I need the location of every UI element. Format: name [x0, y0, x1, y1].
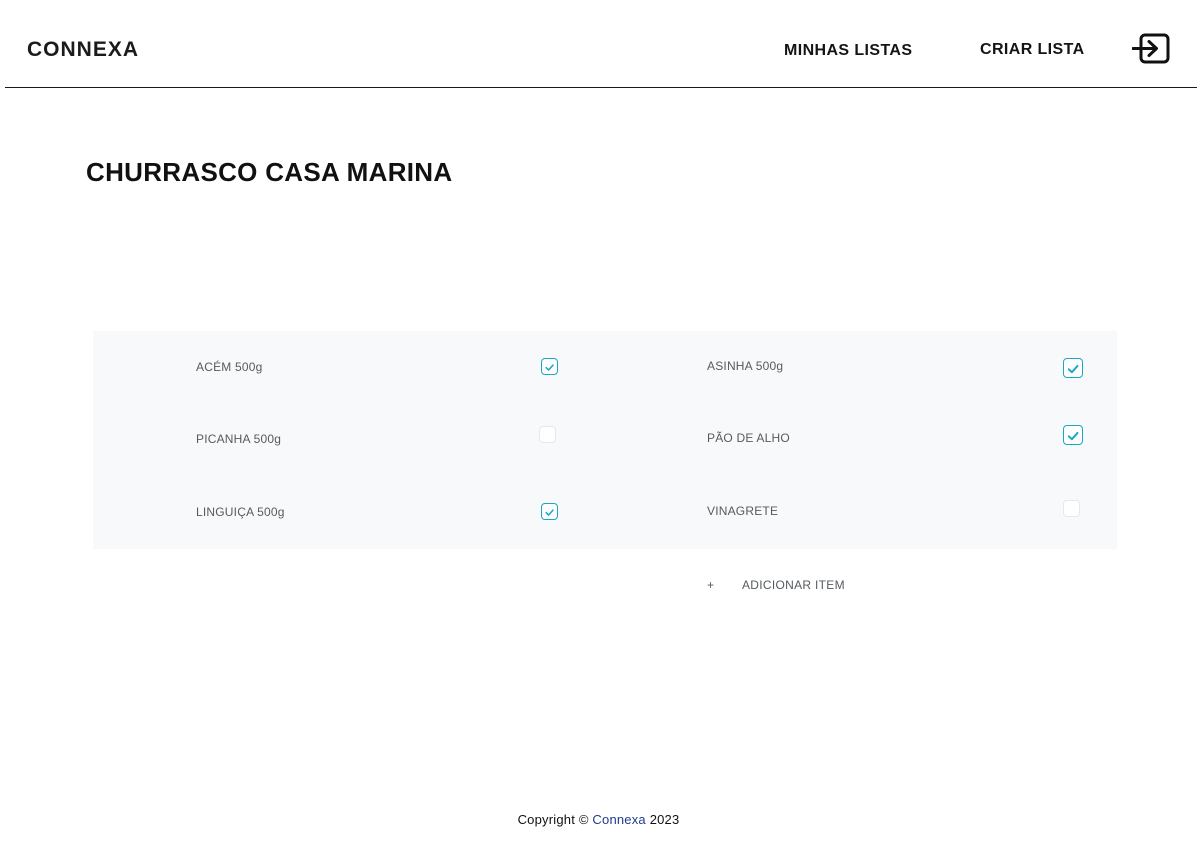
list-title: CHURRASCO CASA MARINA [86, 157, 453, 187]
item-label: PÃO DE ALHO [707, 431, 790, 445]
list-item: ASINHA 500g [707, 352, 1087, 382]
connexa-logo[interactable]: CONNEXA [27, 38, 139, 62]
item-label: PICANHA 500g [196, 432, 282, 446]
item-checkbox[interactable] [1063, 425, 1083, 445]
check-icon [1067, 364, 1079, 374]
item-label: VINAGRETE [707, 504, 779, 518]
nav-create-list[interactable]: CRIAR LISTA [980, 40, 1085, 60]
item-label: ASINHA 500g [707, 359, 784, 373]
copyright-text: Copyright © [517, 812, 589, 827]
plus-icon: + [707, 578, 715, 592]
item-checkbox[interactable] [539, 426, 556, 443]
top-navbar: CONNEXA MINHAS LISTAS CRIAR LISTA [5, 0, 1197, 88]
check-icon [1067, 431, 1079, 441]
shopping-list-panel: ACÉM 500g PICANHA 500g LINGUIÇA 500g ASI… [93, 331, 1117, 549]
item-label: LINGUIÇA 500g [196, 505, 285, 519]
check-icon [545, 364, 554, 371]
footer: Copyright © Connexa 2023 [0, 812, 1197, 827]
logout-button[interactable] [1131, 32, 1172, 66]
logout-icon [1131, 33, 1170, 64]
item-checkbox[interactable] [541, 503, 558, 520]
item-checkbox[interactable] [1063, 500, 1080, 517]
item-checkbox[interactable] [541, 358, 558, 375]
add-item-label: ADICIONAR ITEM [742, 578, 845, 592]
item-label: ACÉM 500g [196, 360, 263, 374]
list-item: PICANHA 500g [196, 425, 566, 455]
check-icon [545, 509, 554, 516]
nav-my-lists[interactable]: MINHAS LISTAS [784, 41, 912, 61]
list-item: ACÉM 500g [196, 353, 566, 383]
list-item: PÃO DE ALHO [707, 424, 1087, 454]
list-item: LINGUIÇA 500g [196, 498, 566, 528]
list-item: VINAGRETE [707, 497, 1087, 527]
copyright-year: 2023 [649, 812, 680, 827]
footer-brand-link[interactable]: Connexa [592, 812, 645, 827]
item-checkbox[interactable] [1063, 358, 1083, 378]
